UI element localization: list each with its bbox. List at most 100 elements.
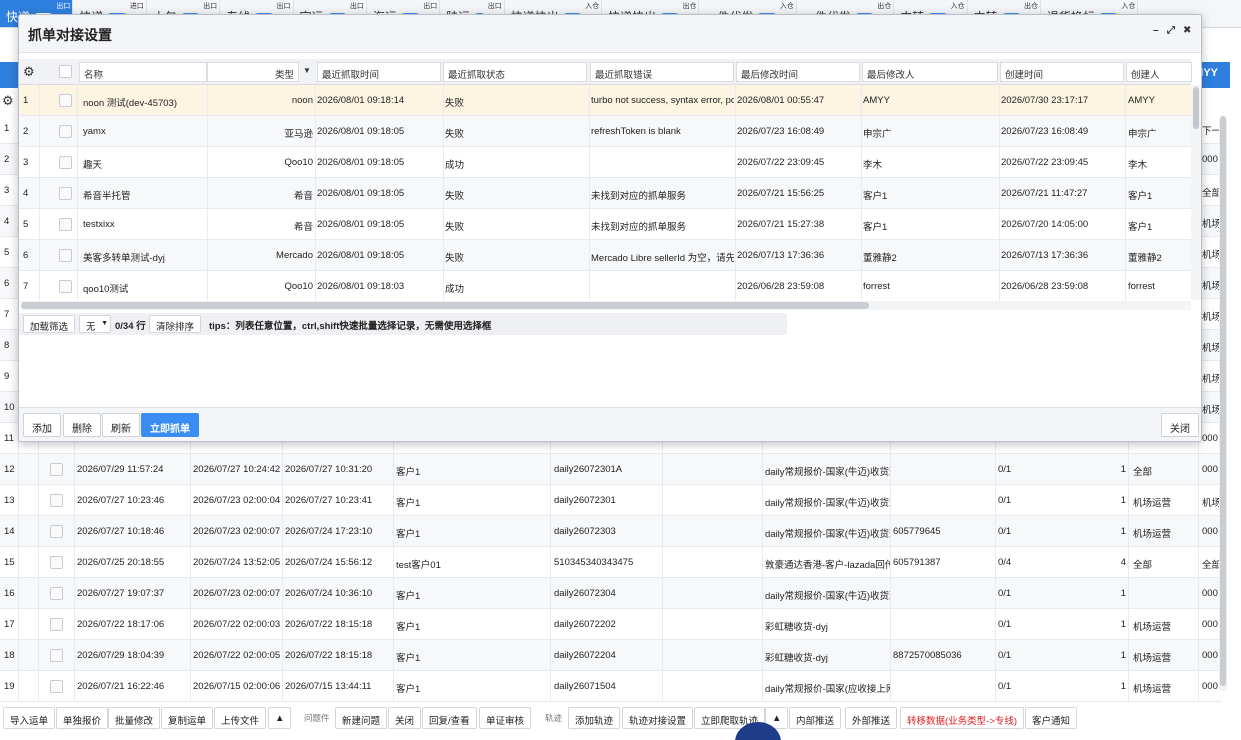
toolbar-button[interactable]: 新建问题 — [335, 707, 388, 729]
toolbar-button[interactable]: 上传文件 — [214, 707, 267, 729]
column-divider — [589, 209, 590, 239]
minimize-icon[interactable]: – — [1153, 25, 1159, 36]
column-divider — [735, 240, 736, 270]
fetch-config-row[interactable]: 4 希音半托管 希音 2026/08/01 09:18:05 失败 未找到对应的抓单服务 2… — [19, 178, 1191, 209]
column-header-name[interactable]: 名称 — [79, 62, 207, 82]
row-checkbox[interactable] — [59, 218, 72, 231]
row-checkbox[interactable] — [50, 463, 63, 476]
row-checkbox[interactable] — [59, 249, 72, 262]
background-table-row[interactable]: 12 2026/07/29 11:57:24 2026/07/27 10:24:42… — [0, 454, 1222, 485]
background-table-row[interactable]: 16 2026/07/27 19:07:37 2026/07/23 02:00:07… — [0, 578, 1222, 609]
background-table-row[interactable]: 15 2026/07/25 20:18:55 2026/07/24 13:52:05… — [0, 547, 1222, 578]
cell-mod-by: 申宗广 — [863, 129, 892, 140]
toolbar-button[interactable]: 单独报价 — [56, 707, 109, 729]
dialog-vertical-scrollbar[interactable] — [1191, 85, 1201, 300]
row-checkbox[interactable] — [50, 587, 63, 600]
toolbar-button[interactable]: 转移数据(业务类型->专线) — [900, 707, 1025, 729]
column-divider — [207, 178, 208, 208]
column-header-fetch-error[interactable]: 最近抓取错误 — [590, 62, 734, 82]
background-gear-icon[interactable]: ⚙ — [2, 93, 14, 109]
column-header-creator[interactable]: 创建人 — [1126, 62, 1192, 82]
column-divider — [762, 516, 763, 546]
column-header-created-time[interactable]: 创建时间 — [1000, 62, 1124, 82]
fetch-config-row[interactable]: 7 qoo10测试 Qoo10 2026/08/01 09:18:03 成功 2026/0… — [19, 271, 1191, 302]
row-checkbox[interactable] — [50, 649, 63, 662]
bg-cell-t3: 2026/07/22 18:15:18 — [285, 619, 373, 630]
dialog-footer: 添加 删除 刷新 立即抓单 关闭 — [19, 407, 1201, 441]
column-header-fetch-status[interactable]: 最近抓取状态 — [443, 62, 587, 82]
column-header-modified-by[interactable]: 最后修改人 — [862, 62, 998, 82]
fetch-config-row[interactable]: 3 趣天 Qoo10 2026/08/01 09:18:05 成功 2026/07/22 … — [19, 147, 1191, 178]
clear-sort-button[interactable]: 清除排序 — [149, 315, 202, 333]
toolbar-button[interactable]: 单证审核 — [479, 707, 532, 729]
background-table-row[interactable]: 13 2026/07/27 10:23:46 2026/07/23 02:00:04… — [0, 485, 1222, 516]
row-checkbox[interactable] — [59, 125, 72, 138]
bg-cell-cust: 客户1 — [396, 653, 421, 664]
background-vertical-scrollbar[interactable] — [1219, 116, 1227, 691]
background-table-row[interactable]: 14 2026/07/27 10:18:46 2026/07/23 02:00:07… — [0, 516, 1222, 547]
column-divider — [662, 485, 663, 515]
toolbar-button[interactable]: 回复/查看 — [422, 707, 477, 729]
column-settings-gear-icon[interactable]: ⚙ — [23, 64, 35, 80]
add-button[interactable]: 添加 — [23, 413, 61, 437]
fetch-config-row[interactable]: 1 noon 测试(dev-45703) noon 2026/08/01 09:18:… — [19, 85, 1191, 116]
column-divider — [550, 671, 551, 701]
row-checkbox[interactable] — [50, 556, 63, 569]
background-table-row[interactable]: 17 2026/07/22 18:17:06 2026/07/22 02:00:03… — [0, 609, 1222, 640]
cell-type: Qoo10 — [284, 281, 313, 292]
row-checkbox[interactable] — [59, 94, 72, 107]
row-checkbox[interactable] — [50, 525, 63, 538]
column-header-modified-time[interactable]: 最后修改时间 — [736, 62, 860, 82]
toolbar-button[interactable]: 复制运单 — [161, 707, 214, 729]
column-header-fetch-time[interactable]: 最近抓取时间 — [317, 62, 441, 82]
toolbar-button[interactable]: 批量修改 — [108, 707, 161, 729]
row-checkbox[interactable] — [59, 187, 72, 200]
toolbar-button[interactable]: 添加轨迹 — [568, 707, 621, 729]
bg-cell-scope: 全部 — [1133, 467, 1153, 478]
column-divider — [861, 209, 862, 239]
cell-create-time: 2026/07/21 11:47:27 — [1001, 188, 1088, 199]
cell-create-time: 2026/07/13 17:36:36 — [1001, 250, 1089, 261]
column-divider — [443, 178, 444, 208]
bg-cell-t1: 2026/07/27 19:07:37 — [77, 588, 165, 599]
fetch-now-button[interactable]: 立即抓单 — [141, 413, 199, 437]
fetch-config-row[interactable]: 2 yamx 亚马逊 2026/08/01 09:18:05 失败 refreshToke… — [19, 116, 1191, 147]
toolbar-button[interactable]: 客户通知 — [1025, 707, 1078, 729]
load-filter-button[interactable]: 加载筛选 — [23, 315, 76, 333]
background-table-row[interactable]: 18 2026/07/29 18:04:39 2026/07/22 02:00:05… — [0, 640, 1222, 671]
column-divider — [207, 209, 208, 239]
type-filter-chevron-down-icon[interactable]: ▼ — [303, 66, 311, 75]
fetch-order-settings-dialog: 抓单对接设置 – ⤢ ✖ ⚙ 名称 类型 ▼ 最近抓取时间 最近抓取状态 最近抓… — [18, 14, 1202, 442]
column-divider — [995, 547, 996, 577]
caret-up-icon[interactable]: ▲ — [268, 707, 292, 729]
background-table-row[interactable]: 19 2026/07/21 16:22:46 2026/07/15 02:00:06… — [0, 671, 1222, 702]
column-divider — [77, 240, 78, 270]
column-divider — [38, 485, 39, 515]
toolbar-button[interactable]: 内部推送 — [789, 707, 842, 729]
column-header-type[interactable]: 类型 — [207, 62, 299, 82]
row-checkbox[interactable] — [59, 280, 72, 293]
column-divider — [861, 178, 862, 208]
toolbar-button[interactable]: 轨迹对接设置 — [622, 707, 694, 729]
fetch-config-row[interactable]: 6 美客多转单测试-dyj Mercado 2026/08/01 09:18:05 失败… — [19, 240, 1191, 271]
fetch-config-row[interactable]: 5 testxixx 希音 2026/08/01 09:18:05 失败 未找到对应的抓单… — [19, 209, 1191, 240]
row-checkbox[interactable] — [50, 680, 63, 693]
row-checkbox[interactable] — [59, 156, 72, 169]
select-all-checkbox[interactable] — [59, 65, 72, 78]
row-checkbox[interactable] — [50, 494, 63, 507]
bg-cell-scope: 机场运营 — [1133, 684, 1172, 695]
toolbar-button[interactable]: 关闭 — [388, 707, 422, 729]
restore-icon[interactable]: ⤢ — [1167, 25, 1175, 36]
close-icon[interactable]: ✖ — [1183, 25, 1191, 36]
delete-button[interactable]: 删除 — [63, 413, 101, 437]
filter-select[interactable]: 无 ▼ — [79, 315, 111, 333]
dialog-close-button[interactable]: 关闭 — [1161, 413, 1199, 437]
refresh-button[interactable]: 刷新 — [102, 413, 140, 437]
toolbar-button[interactable]: 导入运单 — [3, 707, 56, 729]
toolbar-button[interactable]: 外部推送 — [845, 707, 898, 729]
column-divider — [861, 147, 862, 177]
cell-mod-by: forrest — [863, 281, 890, 292]
cell-mod-time: 2026/07/13 17:36:36 — [737, 250, 825, 261]
dialog-horizontal-scrollbar[interactable] — [21, 301, 1191, 310]
row-checkbox[interactable] — [50, 618, 63, 631]
